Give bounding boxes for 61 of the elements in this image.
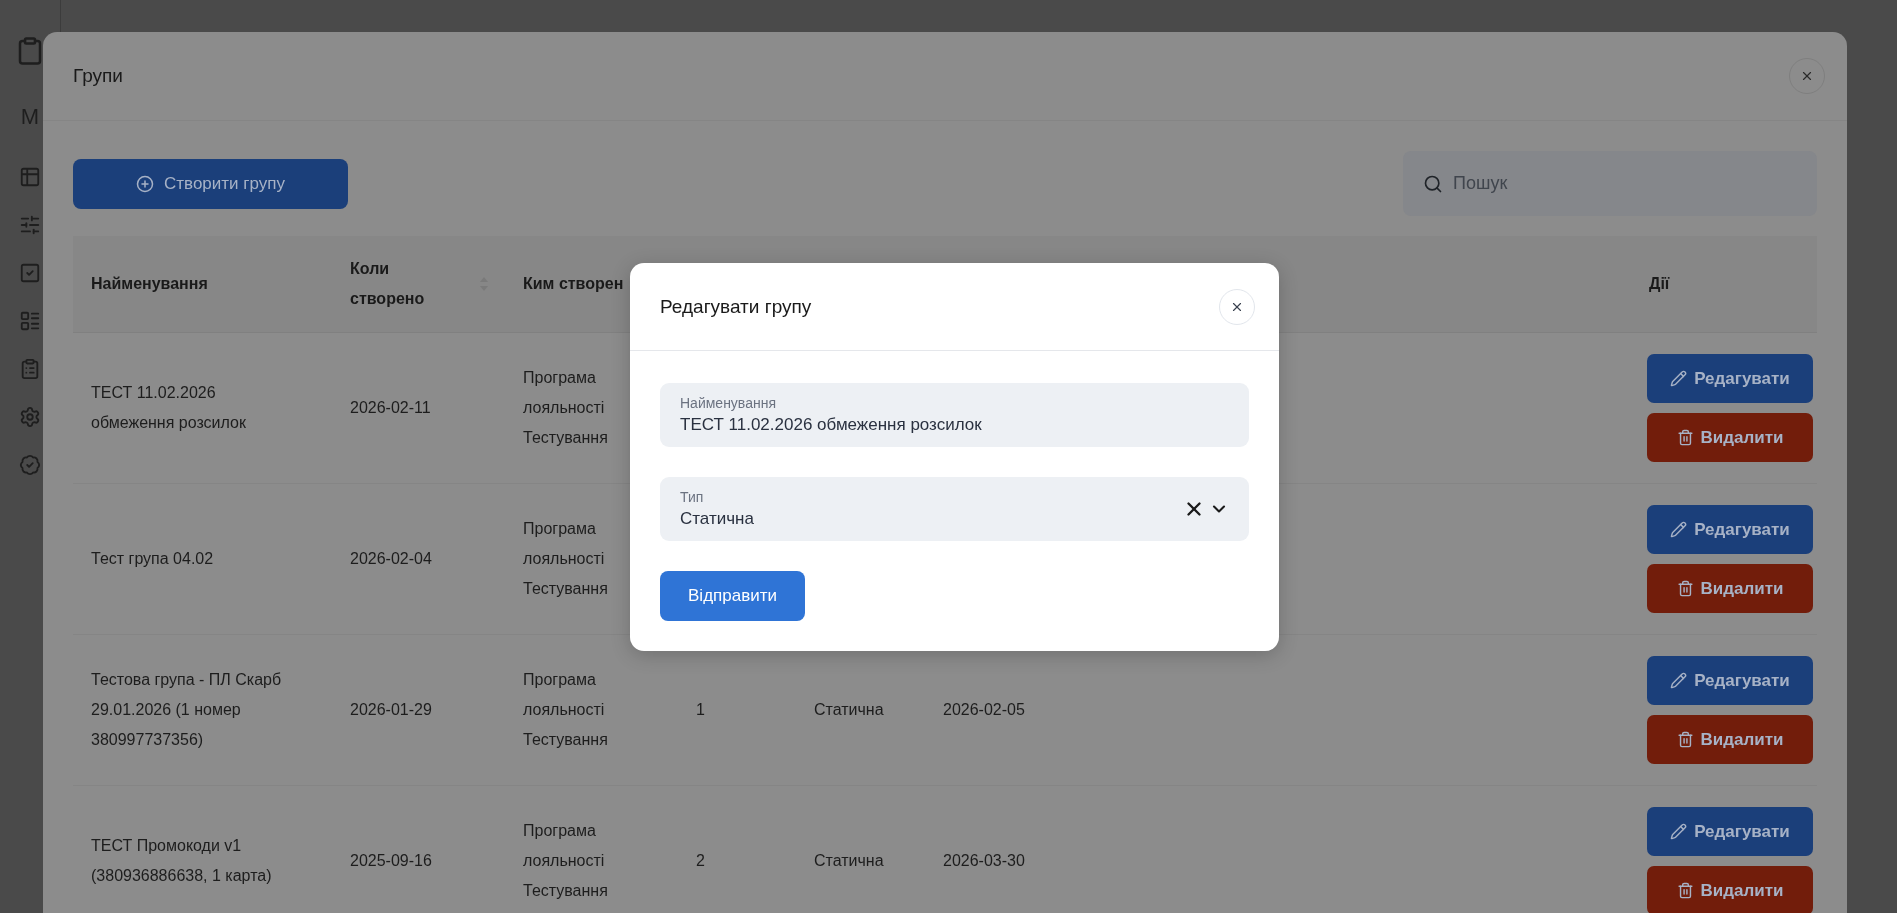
search-input[interactable]: Пошук <box>1451 172 1797 195</box>
table-cell-text: 2025-09-16 <box>349 851 433 871</box>
dialog-title: Групи <box>73 65 123 87</box>
table-cell-text: 2026-03-30 <box>942 851 1026 871</box>
table-cell-text: Статична <box>813 851 885 871</box>
table-cell-text: Тест група 04.02 <box>90 549 215 569</box>
table-cell-text: 2026-02-11 <box>349 398 432 418</box>
table-cell-text: Програма лояльності Тестування <box>522 821 609 901</box>
trash-icon <box>1676 429 1694 446</box>
type-select[interactable]: Тип Статична <box>660 477 1249 541</box>
pencil-icon <box>1670 823 1688 840</box>
delete-button[interactable]: Видалити <box>1647 564 1813 613</box>
close-button[interactable] <box>1789 58 1825 94</box>
submit-button[interactable]: Відправити <box>660 571 805 621</box>
select-value: Статична <box>680 509 755 529</box>
field-label: Найменування <box>680 395 777 411</box>
column-header: Найменування <box>91 274 208 294</box>
settings-icon[interactable] <box>19 406 41 428</box>
field-label: Тип <box>680 489 705 505</box>
table-cell-text: Тестова група - ПЛ Скарб 29.01.2026 (1 номер 380997737356) <box>90 670 283 750</box>
sliders-icon[interactable] <box>19 214 41 236</box>
close-icon <box>1800 69 1814 83</box>
trash-icon <box>1676 580 1694 597</box>
dialog-title: Редагувати групу <box>660 295 812 318</box>
column-header: Дії <box>1649 274 1670 294</box>
pencil-icon <box>1670 521 1688 538</box>
delete-button[interactable]: Видалити <box>1647 413 1813 462</box>
column-header: Ким створен <box>523 274 624 294</box>
edit-button[interactable]: Редагувати <box>1647 505 1813 554</box>
table-cell-text: 2026-02-04 <box>349 549 433 569</box>
badge-icon[interactable] <box>19 454 41 476</box>
column-header: Коли створено <box>350 259 426 309</box>
name-field[interactable]: Найменування ТЕСТ 11.02.2026 обмеження розсилок <box>660 383 1249 447</box>
search-icon <box>1423 173 1443 194</box>
edit-button[interactable]: Редагувати <box>1647 807 1813 856</box>
table-cell-text: 2 <box>695 851 706 871</box>
table-cell-text: Програма лояльності Тестування <box>522 519 609 599</box>
delete-button[interactable]: Видалити <box>1647 715 1813 764</box>
pencil-icon <box>1670 370 1688 387</box>
trash-icon <box>1676 882 1694 899</box>
table-icon[interactable] <box>19 166 41 188</box>
table-cell-text: Статична <box>813 700 885 720</box>
table-cell-text: ТЕСТ Промокоди v1 (380936886638, 1 карта) <box>90 836 273 886</box>
name-input[interactable]: ТЕСТ 11.02.2026 обмеження розсилок <box>680 415 1229 435</box>
search-bar[interactable]: Пошук <box>1403 151 1817 216</box>
pencil-icon <box>1670 672 1688 689</box>
plus-circle-icon <box>136 174 154 193</box>
list-icon[interactable] <box>19 310 41 332</box>
table-cell-text: 2026-01-29 <box>349 700 433 720</box>
table-cell-text: 2026-02-05 <box>942 700 1026 720</box>
trash-icon <box>1676 731 1694 748</box>
edit-button[interactable]: Редагувати <box>1647 354 1813 403</box>
table-cell-text: 1 <box>695 700 706 720</box>
delete-button[interactable]: Видалити <box>1647 866 1813 913</box>
table-cell-text: Програма лояльності Тестування <box>522 670 609 750</box>
table-cell-text: ТЕСТ 11.02.2026 обмеження розсилок <box>90 383 247 433</box>
table-cell-text: Програма лояльності Тестування <box>522 368 609 448</box>
checkbox-icon[interactable] <box>19 262 41 284</box>
clipboard-icon[interactable] <box>19 358 41 380</box>
create-group-button[interactable]: Створити групу <box>73 158 348 209</box>
edit-button[interactable]: Редагувати <box>1647 656 1813 705</box>
